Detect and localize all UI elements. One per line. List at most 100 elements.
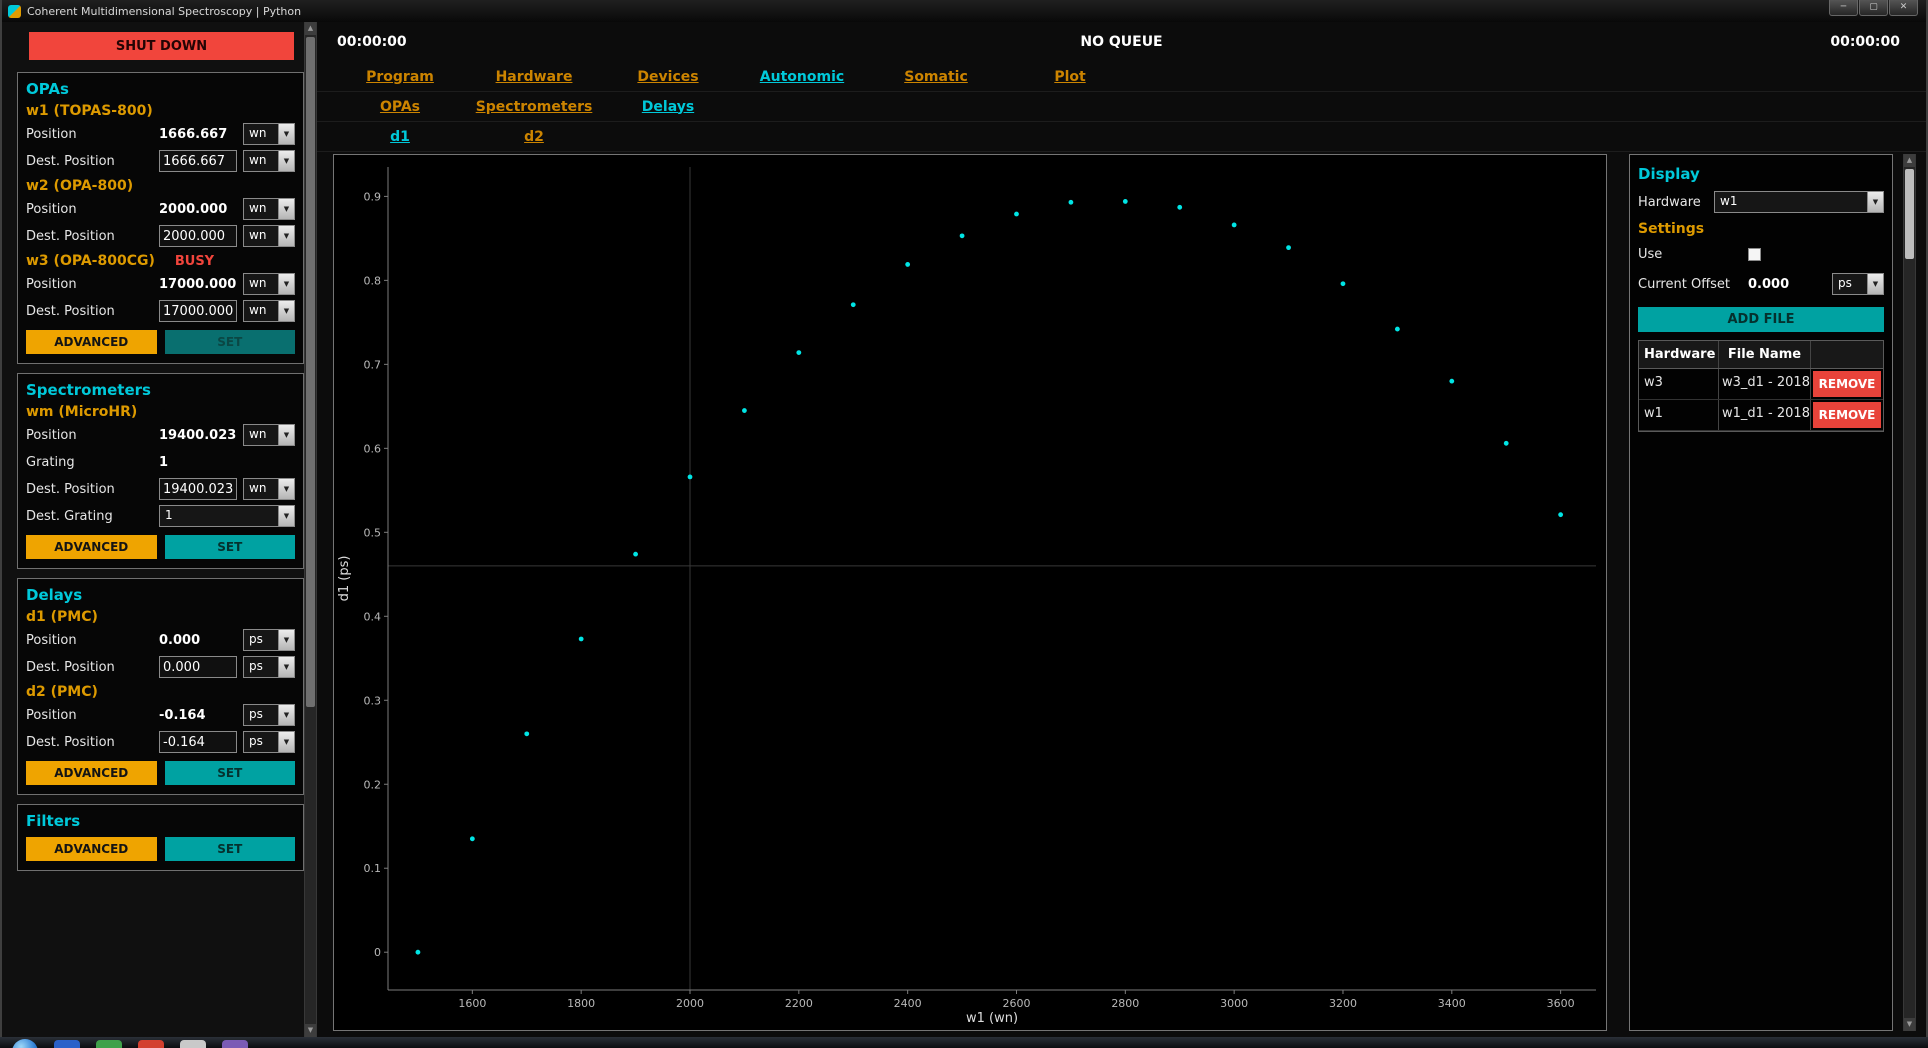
units-select[interactable]: wn▼ bbox=[243, 273, 295, 295]
units-select[interactable]: ps▼ bbox=[243, 629, 295, 651]
tab-plot[interactable]: Plot bbox=[1003, 69, 1137, 85]
dest-position-input[interactable] bbox=[159, 656, 237, 678]
chevron-down-icon[interactable]: ▼ bbox=[278, 657, 294, 677]
chevron-down-icon[interactable]: ▼ bbox=[1867, 274, 1883, 294]
taskbar-icon[interactable] bbox=[222, 1040, 248, 1048]
set-button[interactable]: SET bbox=[165, 837, 296, 861]
busy-status-badge: BUSY bbox=[175, 254, 214, 269]
current-offset-value: 0.000 bbox=[1748, 277, 1826, 292]
tab-devices[interactable]: Devices bbox=[601, 69, 735, 85]
set-button[interactable]: SET bbox=[165, 330, 296, 354]
tab-hardware[interactable]: Hardware bbox=[467, 69, 601, 85]
tab-opas[interactable]: OPAs bbox=[333, 99, 467, 115]
delay-correction-plot[interactable]: 1600180020002200240026002800300032003400… bbox=[333, 154, 1607, 1031]
set-button[interactable]: SET bbox=[165, 761, 296, 785]
remove-file-button[interactable]: REMOVE bbox=[1813, 371, 1881, 397]
advanced-button[interactable]: ADVANCED bbox=[26, 837, 157, 861]
svg-text:0.8: 0.8 bbox=[364, 274, 382, 287]
main-scrollbar[interactable]: ▲ ▼ bbox=[1903, 154, 1916, 1031]
remove-file-button[interactable]: REMOVE bbox=[1813, 402, 1881, 428]
tab-somatic[interactable]: Somatic bbox=[869, 69, 1003, 85]
scroll-down-icon[interactable]: ▼ bbox=[1904, 1018, 1915, 1031]
chevron-down-icon[interactable]: ▼ bbox=[278, 124, 294, 144]
use-checkbox[interactable] bbox=[1748, 248, 1761, 261]
add-file-button[interactable]: ADD FILE bbox=[1638, 307, 1884, 332]
chevron-down-icon[interactable]: ▼ bbox=[278, 301, 294, 321]
shutdown-button[interactable]: SHUT DOWN bbox=[29, 32, 294, 60]
units-select[interactable]: wn▼ bbox=[243, 478, 295, 500]
start-button[interactable] bbox=[12, 1039, 38, 1048]
scroll-up-icon[interactable]: ▲ bbox=[1904, 154, 1915, 167]
current-offset-label: Current Offset bbox=[1638, 277, 1748, 292]
chevron-down-icon[interactable]: ▼ bbox=[278, 506, 294, 526]
tab-d1[interactable]: d1 bbox=[333, 129, 467, 145]
tab-delays[interactable]: Delays bbox=[601, 99, 735, 115]
units-select[interactable]: wn▼ bbox=[243, 225, 295, 247]
scatter-plot-svg: 1600180020002200240026002800300032003400… bbox=[334, 155, 1606, 1030]
minimize-button[interactable]: ─ bbox=[1829, 0, 1858, 16]
chevron-down-icon[interactable]: ▼ bbox=[278, 199, 294, 219]
chevron-down-icon[interactable]: ▼ bbox=[278, 226, 294, 246]
chevron-down-icon[interactable]: ▼ bbox=[278, 425, 294, 445]
table-row: w1 w1_d1 - 2018- REMOVE bbox=[1639, 400, 1883, 431]
units-select[interactable]: wn▼ bbox=[243, 424, 295, 446]
scrollbar-thumb[interactable] bbox=[306, 37, 315, 707]
opas-section: OPAs w1 (TOPAS-800) Position 1666.667 wn… bbox=[17, 72, 304, 364]
tab-spectrometers[interactable]: Spectrometers bbox=[467, 99, 601, 115]
chevron-down-icon[interactable]: ▼ bbox=[278, 630, 294, 650]
advanced-button[interactable]: ADVANCED bbox=[26, 535, 157, 559]
svg-text:w1 (wn): w1 (wn) bbox=[966, 1011, 1018, 1026]
set-button[interactable]: SET bbox=[165, 535, 296, 559]
spectrometers-section: Spectrometers wm (MicroHR) Position 1940… bbox=[17, 373, 304, 569]
row-hardware: w3 bbox=[1639, 369, 1719, 399]
spectrometers-header: Spectrometers bbox=[26, 381, 295, 399]
advanced-button[interactable]: ADVANCED bbox=[26, 761, 157, 785]
chevron-down-icon[interactable]: ▼ bbox=[278, 479, 294, 499]
svg-text:d1 (ps): d1 (ps) bbox=[337, 556, 352, 602]
chevron-down-icon[interactable]: ▼ bbox=[278, 151, 294, 171]
dest-position-input[interactable] bbox=[159, 300, 237, 322]
dest-position-label: Dest. Position bbox=[26, 482, 159, 497]
taskbar-icon[interactable] bbox=[180, 1040, 206, 1048]
units-select[interactable]: ps▼ bbox=[243, 704, 295, 726]
svg-text:2800: 2800 bbox=[1111, 997, 1139, 1010]
use-label: Use bbox=[1638, 247, 1748, 262]
sidebar-scrollbar[interactable]: ▲ ▼ bbox=[304, 22, 317, 1037]
chevron-down-icon[interactable]: ▼ bbox=[278, 274, 294, 294]
svg-text:0.7: 0.7 bbox=[364, 358, 382, 371]
dest-position-input[interactable] bbox=[159, 225, 237, 247]
units-select[interactable]: wn▼ bbox=[243, 300, 295, 322]
offset-units-select[interactable]: ps▼ bbox=[1832, 273, 1884, 295]
taskbar-icon[interactable] bbox=[138, 1040, 164, 1048]
maximize-button[interactable]: ▢ bbox=[1859, 0, 1888, 16]
units-select[interactable]: ps▼ bbox=[243, 656, 295, 678]
close-button[interactable]: ✕ bbox=[1889, 0, 1918, 16]
row-filename: w1_d1 - 2018- bbox=[1719, 400, 1811, 430]
filters-section: Filters ADVANCED SET bbox=[17, 804, 304, 871]
dest-grating-select[interactable]: 1▼ bbox=[159, 505, 295, 527]
advanced-button[interactable]: ADVANCED bbox=[26, 330, 157, 354]
units-select[interactable]: wn▼ bbox=[243, 150, 295, 172]
hardware-select[interactable]: w1▼ bbox=[1714, 191, 1884, 213]
filters-header: Filters bbox=[26, 812, 295, 830]
taskbar-icon[interactable] bbox=[96, 1040, 122, 1048]
units-select[interactable]: wn▼ bbox=[243, 123, 295, 145]
scroll-down-icon[interactable]: ▼ bbox=[305, 1024, 316, 1037]
taskbar-icon[interactable] bbox=[54, 1040, 80, 1048]
chevron-down-icon[interactable]: ▼ bbox=[278, 705, 294, 725]
scrollbar-thumb[interactable] bbox=[1905, 169, 1914, 259]
tab-program[interactable]: Program bbox=[333, 69, 467, 85]
chevron-down-icon[interactable]: ▼ bbox=[1867, 192, 1883, 212]
tab-autonomic[interactable]: Autonomic bbox=[735, 69, 869, 85]
dest-position-input[interactable] bbox=[159, 478, 237, 500]
chevron-down-icon[interactable]: ▼ bbox=[278, 732, 294, 752]
dest-position-input[interactable] bbox=[159, 150, 237, 172]
tab-d2[interactable]: d2 bbox=[467, 129, 601, 145]
scroll-up-icon[interactable]: ▲ bbox=[305, 22, 316, 35]
dest-grating-label: Dest. Grating bbox=[26, 509, 153, 524]
svg-text:1600: 1600 bbox=[458, 997, 486, 1010]
units-select[interactable]: wn▼ bbox=[243, 198, 295, 220]
units-select[interactable]: ps▼ bbox=[243, 731, 295, 753]
dest-position-input[interactable] bbox=[159, 731, 237, 753]
dest-position-label: Dest. Position bbox=[26, 735, 159, 750]
